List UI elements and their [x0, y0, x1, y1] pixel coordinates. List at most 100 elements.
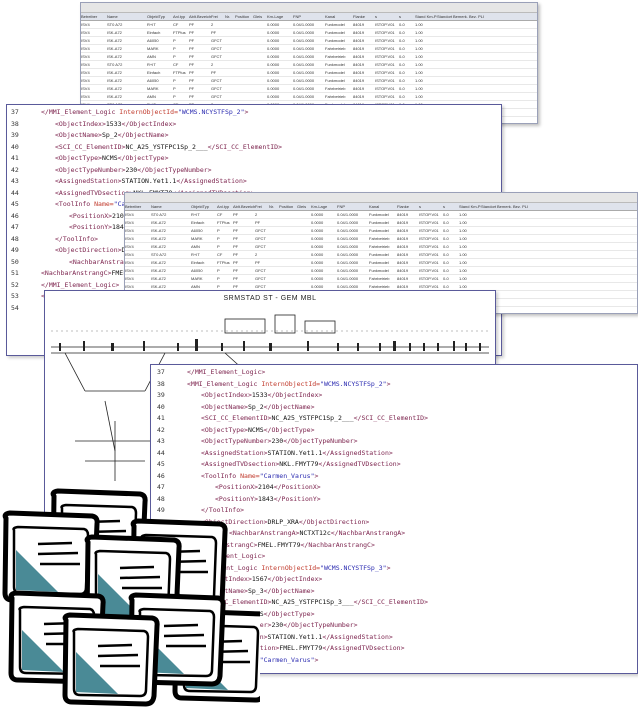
cell[interactable]: Funkmodel: [325, 69, 353, 76]
cell[interactable]: 84019: [353, 85, 375, 92]
cell[interactable]: Einfach: [147, 69, 173, 76]
cell[interactable]: ISV4: [81, 77, 107, 84]
cell[interactable]: ISTOP.V01: [419, 235, 443, 242]
cell[interactable]: 0.04/1.0000: [293, 69, 325, 76]
cell[interactable]: ISTOP.V01: [419, 275, 443, 282]
cell[interactable]: ST0 A72: [107, 61, 147, 68]
cell[interactable]: 0-0: [399, 21, 415, 28]
cell[interactable]: Fahrbetrieb: [325, 85, 353, 92]
cell[interactable]: 0.0000: [311, 243, 337, 250]
cell[interactable]: 1.00: [415, 77, 437, 84]
cell[interactable]: Fahrbetrieb: [369, 235, 397, 242]
cell[interactable]: 0.04/1.0000: [337, 259, 369, 266]
cell[interactable]: Fahrbetrieb: [325, 45, 353, 52]
cell[interactable]: R+IT: [191, 251, 217, 258]
cell[interactable]: 0.04/1.0000: [293, 53, 325, 60]
cell[interactable]: PF: [189, 29, 211, 36]
cell[interactable]: 84019: [353, 93, 375, 100]
spreadsheet-row[interactable]: ISV4 ISK-A72 A6050 P PF GFCT 0.0000 0.04/1.0000…: [81, 37, 537, 45]
cell[interactable]: 0.0000: [311, 227, 337, 234]
column-header[interactable]: Anl.typ: [173, 13, 189, 20]
cell[interactable]: 1.00: [415, 93, 437, 100]
cell[interactable]: 0.04/1.0000: [293, 93, 325, 100]
cell[interactable]: PF: [233, 259, 255, 266]
cell[interactable]: FTPlus: [173, 69, 189, 76]
cell[interactable]: P: [173, 37, 189, 44]
cell[interactable]: 0.0000: [267, 93, 293, 100]
cell[interactable]: ISTOP.V01: [419, 283, 443, 290]
cell[interactable]: Einfach: [147, 29, 173, 36]
cell[interactable]: ST0 A72: [107, 21, 147, 28]
cell[interactable]: Funkmodel: [325, 61, 353, 68]
cell[interactable]: 0.0000: [267, 69, 293, 76]
cell[interactable]: 1.00: [459, 219, 481, 226]
cell[interactable]: Funkmodel: [325, 37, 353, 44]
cell[interactable]: 84019: [397, 259, 419, 266]
cell[interactable]: PF: [211, 69, 225, 76]
cell[interactable]: ISTOP.V01: [419, 211, 443, 218]
spreadsheet-row[interactable]: ISV4 ISK-A72 AMN P PF GFCT 0.0000 0.04/1.0000 Fa…: [125, 243, 637, 251]
cell[interactable]: AMN: [147, 93, 173, 100]
code-line[interactable]: 42 <ObjectTypeNumber>230</ObjectTypeNumbe…: [11, 165, 501, 177]
cell[interactable]: 84019: [353, 29, 375, 36]
cell[interactable]: 0.04/1.0000: [337, 243, 369, 250]
cell[interactable]: PF: [233, 219, 255, 226]
cell[interactable]: 0.04/1.0000: [293, 85, 325, 92]
cell[interactable]: GFCT: [211, 37, 225, 44]
cell[interactable]: Fahrbetrieb: [325, 53, 353, 60]
cell[interactable]: Fahrbetrieb: [325, 93, 353, 100]
cell[interactable]: ISK-A72: [107, 45, 147, 52]
cell[interactable]: PF: [189, 93, 211, 100]
cell[interactable]: Funkmodel: [369, 211, 397, 218]
cell[interactable]: PF: [233, 267, 255, 274]
cell[interactable]: ISK-A72: [151, 275, 191, 282]
column-header[interactable]: s: [375, 13, 399, 20]
code-line[interactable]: 43 <ObjectTypeNumber>230</ObjectTypeNumbe…: [157, 436, 637, 448]
cell[interactable]: 0.0000: [267, 37, 293, 44]
cell[interactable]: 0-0: [443, 227, 459, 234]
cell[interactable]: Fahrbetrieb: [369, 243, 397, 250]
cell[interactable]: PF: [233, 211, 255, 218]
cell[interactable]: ISV4: [81, 53, 107, 60]
spreadsheet-row[interactable]: ISV4 ISK-A72 AMN P PF GFCT 0.0000 0.04/1.0000 Fa…: [81, 53, 537, 61]
cell[interactable]: ISK-A72: [151, 227, 191, 234]
cell[interactable]: 84019: [397, 227, 419, 234]
column-header[interactable]: Gleis: [297, 203, 311, 210]
cell[interactable]: 0-0: [443, 251, 459, 258]
cell[interactable]: 1.00: [415, 85, 437, 92]
cell[interactable]: P: [173, 85, 189, 92]
column-header[interactable]: FNP: [337, 203, 369, 210]
cell[interactable]: GFCT: [211, 93, 225, 100]
cell[interactable]: ISTOP.V01: [375, 77, 399, 84]
cell[interactable]: ISK-A72: [107, 53, 147, 60]
cell[interactable]: PF: [233, 243, 255, 250]
cell[interactable]: 2: [255, 211, 269, 218]
cell[interactable]: 0-0: [399, 53, 415, 60]
cell[interactable]: 84019: [397, 283, 419, 290]
column-header[interactable]: Km-Lage: [311, 203, 337, 210]
spreadsheet-row[interactable]: ISV4ST0 A72R+ITCFPF2 0.00000.04/1.0000Fun…: [125, 211, 637, 219]
cell[interactable]: 0.04/1.0000: [293, 45, 325, 52]
cell[interactable]: 1.00: [459, 283, 481, 290]
cell[interactable]: P: [173, 77, 189, 84]
cell[interactable]: Funkmodel: [369, 251, 397, 258]
cell[interactable]: PF: [233, 227, 255, 234]
cell[interactable]: A6050: [147, 77, 173, 84]
cell[interactable]: PF: [255, 259, 269, 266]
cell[interactable]: FTPlus: [217, 219, 233, 226]
cell[interactable]: 0-0: [443, 283, 459, 290]
code-line[interactable]: 40 <SCI_CC_ElementID>NC_A25_YSTFPC1Sp_2__…: [11, 142, 501, 154]
cell[interactable]: 0-0: [399, 85, 415, 92]
cell[interactable]: 84019: [353, 21, 375, 28]
cell[interactable]: R+IT: [147, 21, 173, 28]
cell[interactable]: PF: [189, 85, 211, 92]
cell[interactable]: 0.0000: [311, 267, 337, 274]
cell[interactable]: 84019: [397, 267, 419, 274]
column-header[interactable]: Bemerk.: [453, 13, 469, 20]
cell[interactable]: 0.0000: [311, 235, 337, 242]
cell[interactable]: PF: [189, 77, 211, 84]
cell[interactable]: MARK: [147, 85, 173, 92]
cell[interactable]: 0.04/1.0000: [337, 227, 369, 234]
cell[interactable]: 1.00: [459, 235, 481, 242]
column-header[interactable]: Bez. PLI: [469, 13, 485, 20]
